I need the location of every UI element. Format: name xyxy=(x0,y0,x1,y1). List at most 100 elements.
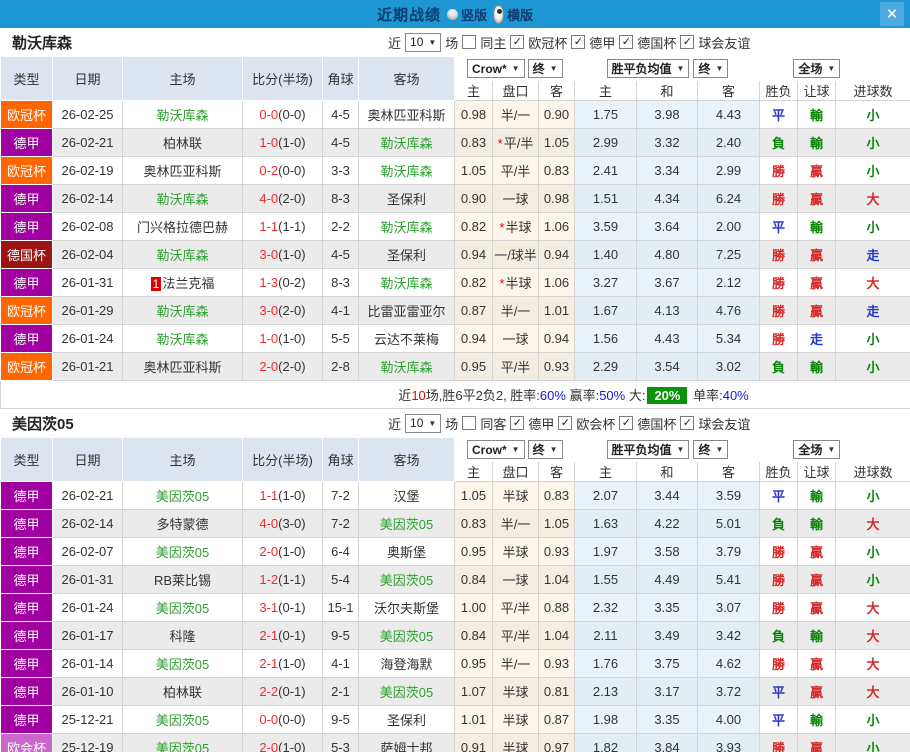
euro-draw-odds: 4.80 xyxy=(637,241,698,269)
euro-draw-odds: 3.58 xyxy=(637,538,698,566)
match-row: 德甲26-01-311法兰克福1-3(0-2)8-3勒沃库森0.82*半球1.0… xyxy=(1,269,910,297)
same-venue-checkbox[interactable] xyxy=(462,35,476,49)
near-count-select-value: 10 xyxy=(410,416,423,430)
near-count-select[interactable]: 10▼ xyxy=(405,414,441,433)
fulltime-score: 0-0 xyxy=(259,712,278,727)
radio-unselected-icon[interactable] xyxy=(447,9,458,20)
euro-draw-odds: 4.43 xyxy=(637,325,698,353)
halftime-score: (1-1) xyxy=(278,219,305,234)
match-score: 0-2(0-0) xyxy=(243,157,323,185)
euro-away-odds: 4.76 xyxy=(698,297,760,325)
league-filter-checkbox-3[interactable]: ✓ xyxy=(680,35,694,49)
asian-handicap: 一/球半 xyxy=(493,241,539,269)
summary-segment: 单率: xyxy=(689,388,722,403)
match-date: 26-02-08 xyxy=(53,213,123,241)
column-header: 类型 xyxy=(1,438,53,482)
halftime-score: (0-2) xyxy=(278,275,305,290)
halftime-score: (2-0) xyxy=(278,303,305,318)
league-filter-checkbox-0[interactable]: ✓ xyxy=(510,416,524,430)
asian-away-odds: 1.01 xyxy=(539,297,575,325)
column-header: 角球 xyxy=(323,438,359,482)
handicap-result: 贏 xyxy=(798,269,836,297)
matches-label: 场 xyxy=(445,414,458,433)
fulltime-score: 2-1 xyxy=(259,628,278,643)
layout-radio-vertical[interactable]: 竖版 xyxy=(447,5,487,24)
avg-odds-select[interactable]: 胜平负均值▼ xyxy=(607,440,690,459)
handicap-result: 輸 xyxy=(798,622,836,650)
euro-home-odds: 1.63 xyxy=(575,510,637,538)
away-team: 圣保利 xyxy=(359,241,455,269)
odds-time-select[interactable]: 终▼ xyxy=(528,59,563,78)
league-filter-checkbox-2[interactable]: ✓ xyxy=(619,35,633,49)
asian-handicap: 一球 xyxy=(493,185,539,213)
match-score: 3-0(2-0) xyxy=(243,297,323,325)
near-count-select-value: 10 xyxy=(410,35,423,49)
league-type-badge: 德甲 xyxy=(1,482,53,510)
league-filter-checkbox-1[interactable]: ✓ xyxy=(558,416,572,430)
scope-select[interactable]: 全场▼ xyxy=(793,440,840,459)
close-icon: ✕ xyxy=(886,5,899,23)
fulltime-score: 2-0 xyxy=(259,544,278,559)
match-row: 德甲26-01-10柏林联2-2(0-1)2-1美因茨051.07半球0.812… xyxy=(1,678,910,706)
euro-draw-odds: 3.64 xyxy=(637,213,698,241)
matches-table: 类型日期主场比分(半场)角球客场Crow*▼终▼胜平负均值▼终▼全场▼主盘口客主… xyxy=(0,56,910,409)
near-count-select[interactable]: 10 ▼ xyxy=(405,33,441,52)
odds-company-select[interactable]: Crow*▼ xyxy=(467,59,525,78)
euro-away-odds: 3.59 xyxy=(698,482,760,510)
summary-segment: 10 xyxy=(411,388,425,403)
asian-handicap: 半球 xyxy=(493,734,539,752)
chevron-down-icon: ▼ xyxy=(428,38,436,47)
match-result: 負 xyxy=(760,353,798,381)
goals-result: 大 xyxy=(836,269,910,297)
match-row: 德国杯26-02-04勒沃库森3-0(1-0)4-5圣保利0.94一/球半0.9… xyxy=(1,241,910,269)
goals-result: 大 xyxy=(836,678,910,706)
scope-select[interactable]: 全场▼ xyxy=(793,59,840,78)
avg-odds-select[interactable]: 胜平负均值▼ xyxy=(607,59,690,78)
odds-company-select[interactable]: Crow*▼ xyxy=(467,440,525,459)
league-type-badge: 欧会杯 xyxy=(1,734,53,752)
asian-away-odds: 0.83 xyxy=(539,157,575,185)
close-button[interactable]: ✕ xyxy=(880,2,904,26)
same-venue-checkbox[interactable] xyxy=(462,416,476,430)
corner-count: 4-5 xyxy=(323,101,359,129)
euro-draw-odds: 3.34 xyxy=(637,157,698,185)
asian-home-odds: 1.01 xyxy=(455,706,493,734)
odds-time-select-value: 终 xyxy=(533,60,545,77)
league-type-badge: 欧冠杯 xyxy=(1,101,53,129)
euro-away-odds: 6.24 xyxy=(698,185,760,213)
match-score: 2-0(1-0) xyxy=(243,734,323,752)
match-score: 1-1(1-0) xyxy=(243,482,323,510)
home-team: 美因茨05 xyxy=(123,538,243,566)
away-team: 勒沃库森 xyxy=(359,157,455,185)
match-result: 負 xyxy=(760,622,798,650)
asian-away-odds: 1.04 xyxy=(539,566,575,594)
filters-bar: 近10▼场同客✓德甲✓欧会杯✓德国杯✓球会友谊 xyxy=(388,414,750,433)
league-filter-checkbox-1[interactable]: ✓ xyxy=(571,35,585,49)
euro-draw-odds: 4.22 xyxy=(637,510,698,538)
match-result: 勝 xyxy=(760,566,798,594)
asian-away-odds: 0.97 xyxy=(539,734,575,752)
avg-odds-select-value: 胜平负均值 xyxy=(612,60,672,77)
asian-home-odds: 1.05 xyxy=(455,157,493,185)
avg-time-select[interactable]: 终▼ xyxy=(693,440,728,459)
away-team: 萨姆士邦 xyxy=(359,734,455,752)
asian-home-odds: 1.00 xyxy=(455,594,493,622)
sub-column-header: 胜负 xyxy=(760,81,798,101)
league-filter-checkbox-2[interactable]: ✓ xyxy=(619,416,633,430)
handicap-result: 贏 xyxy=(798,734,836,752)
euro-away-odds: 5.34 xyxy=(698,325,760,353)
halftime-score: (0-1) xyxy=(278,600,305,615)
layout-radio-horizontal[interactable]: 横版 xyxy=(493,5,533,24)
corner-count: 5-4 xyxy=(323,566,359,594)
avg-time-select[interactable]: 终▼ xyxy=(693,59,728,78)
odds-time-select[interactable]: 终▼ xyxy=(528,440,563,459)
titlebar: 近期战绩 竖版 横版 ✕ xyxy=(0,0,910,28)
radio-horizontal-label: 横版 xyxy=(507,5,533,24)
league-filter-checkbox-3[interactable]: ✓ xyxy=(680,416,694,430)
fulltime-score: 4-0 xyxy=(259,191,278,206)
rank-badge: 1 xyxy=(151,277,162,291)
league-filter-checkbox-0[interactable]: ✓ xyxy=(510,35,524,49)
match-date: 26-01-10 xyxy=(53,678,123,706)
radio-selected-icon[interactable] xyxy=(493,5,504,24)
sub-column-header: 客 xyxy=(698,462,760,482)
